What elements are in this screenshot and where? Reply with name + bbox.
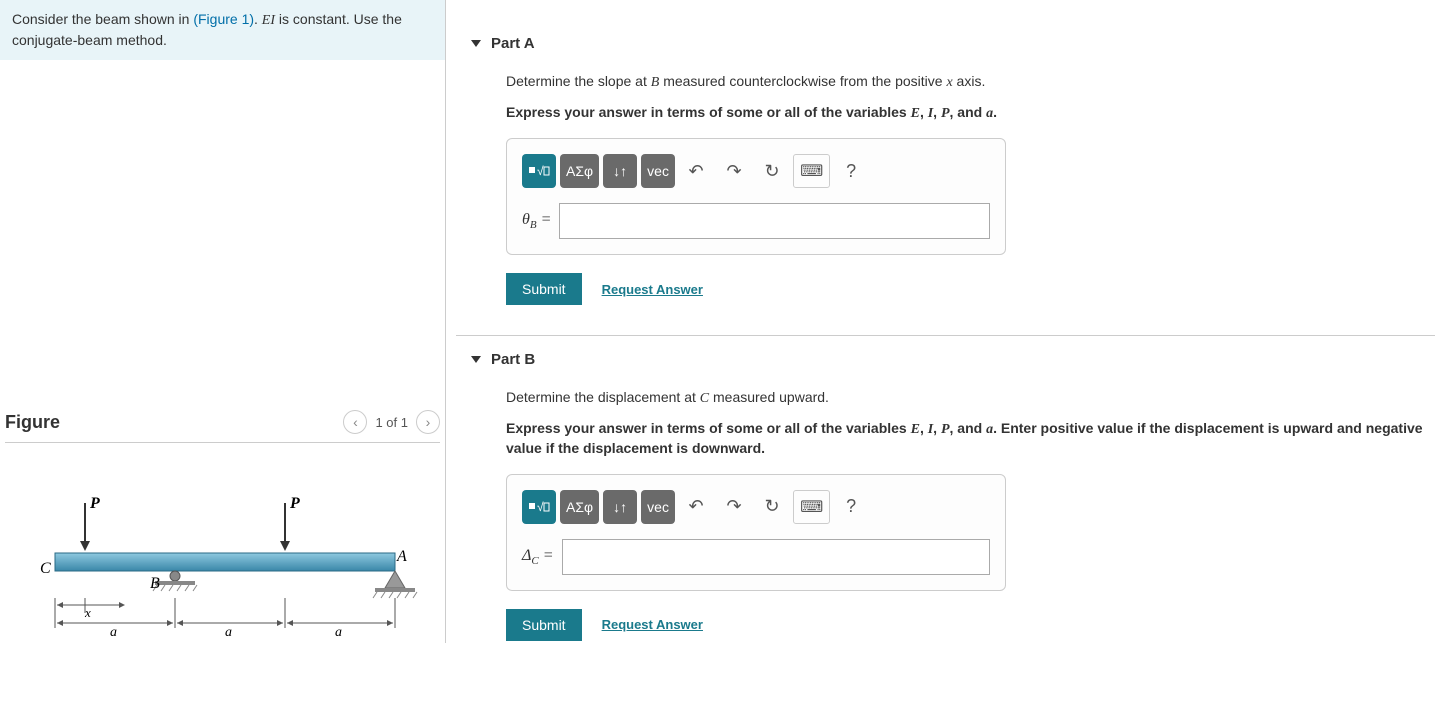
figure-prev-button[interactable]: ‹ bbox=[343, 410, 367, 434]
part-b-answer-label: ΔC = bbox=[522, 547, 554, 567]
part-b-title: Part B bbox=[491, 351, 535, 368]
figure-next-button[interactable]: › bbox=[416, 410, 440, 434]
svg-text:√: √ bbox=[537, 500, 544, 514]
caret-down-icon bbox=[471, 40, 481, 47]
part-a-answer-label: θB = bbox=[522, 211, 551, 231]
vec-button[interactable]: vec bbox=[641, 490, 675, 524]
svg-text:a: a bbox=[110, 625, 117, 640]
help-button[interactable]: ? bbox=[834, 154, 868, 188]
part-a-submit-button[interactable]: Submit bbox=[506, 273, 582, 305]
templates-button[interactable]: √ bbox=[522, 154, 556, 188]
keyboard-button[interactable]: ⌨ bbox=[793, 154, 830, 188]
reset-button[interactable]: ↻ bbox=[755, 490, 789, 524]
part-a-title: Part A bbox=[491, 35, 535, 52]
figure-title: Figure bbox=[5, 412, 60, 433]
part-a-request-answer-link[interactable]: Request Answer bbox=[602, 282, 703, 297]
help-button[interactable]: ? bbox=[834, 490, 868, 524]
greek-button[interactable]: ΑΣφ bbox=[560, 154, 599, 188]
undo-button[interactable]: ↶ bbox=[679, 154, 713, 188]
part-b-answer-input[interactable] bbox=[562, 539, 990, 575]
subsup-button[interactable]: ↓↑ bbox=[603, 490, 637, 524]
greek-button[interactable]: ΑΣφ bbox=[560, 490, 599, 524]
figure-pager: 1 of 1 bbox=[375, 415, 408, 430]
caret-down-icon bbox=[471, 356, 481, 363]
reset-button[interactable]: ↻ bbox=[755, 154, 789, 188]
part-a-instruction: Express your answer in terms of some or … bbox=[506, 103, 1435, 124]
part-b-instruction: Express your answer in terms of some or … bbox=[506, 419, 1435, 459]
svg-text:A: A bbox=[396, 548, 407, 565]
svg-text:x: x bbox=[84, 605, 91, 620]
part-b-question: Determine the displacement at C measured… bbox=[506, 388, 1435, 409]
svg-text:P: P bbox=[89, 495, 100, 512]
part-a-header[interactable]: Part A bbox=[456, 35, 1435, 52]
templates-button[interactable]: √ bbox=[522, 490, 556, 524]
part-a-answer-input[interactable] bbox=[559, 203, 990, 239]
redo-button[interactable]: ↷ bbox=[717, 490, 751, 524]
part-b-answer-box: √ ΑΣφ ↓↑ vec ↶ ↷ ↻ ⌨ ? ΔC = bbox=[506, 474, 1006, 591]
subsup-button[interactable]: ↓↑ bbox=[603, 154, 637, 188]
part-b-request-answer-link[interactable]: Request Answer bbox=[602, 617, 703, 632]
svg-text:C: C bbox=[40, 560, 51, 577]
problem-statement: Consider the beam shown in (Figure 1). E… bbox=[0, 0, 445, 60]
svg-text:P: P bbox=[289, 495, 300, 512]
figure-link[interactable]: (Figure 1) bbox=[193, 11, 254, 27]
redo-button[interactable]: ↷ bbox=[717, 154, 751, 188]
vec-button[interactable]: vec bbox=[641, 154, 675, 188]
svg-text:a: a bbox=[225, 625, 232, 640]
svg-text:a: a bbox=[335, 625, 342, 640]
svg-text:B: B bbox=[150, 575, 160, 592]
figure-diagram: P P C B bbox=[35, 483, 435, 643]
part-b-submit-button[interactable]: Submit bbox=[506, 609, 582, 641]
svg-text:√: √ bbox=[537, 164, 544, 178]
part-b-header[interactable]: Part B bbox=[456, 351, 1435, 368]
part-a-answer-box: √ ΑΣφ ↓↑ vec ↶ ↷ ↻ ⌨ ? θB = bbox=[506, 138, 1006, 255]
keyboard-button[interactable]: ⌨ bbox=[793, 490, 830, 524]
var-ei: EI bbox=[262, 13, 275, 28]
part-a-question: Determine the slope at B measured counte… bbox=[506, 72, 1435, 93]
problem-text: Consider the beam shown in bbox=[12, 11, 193, 27]
undo-button[interactable]: ↶ bbox=[679, 490, 713, 524]
